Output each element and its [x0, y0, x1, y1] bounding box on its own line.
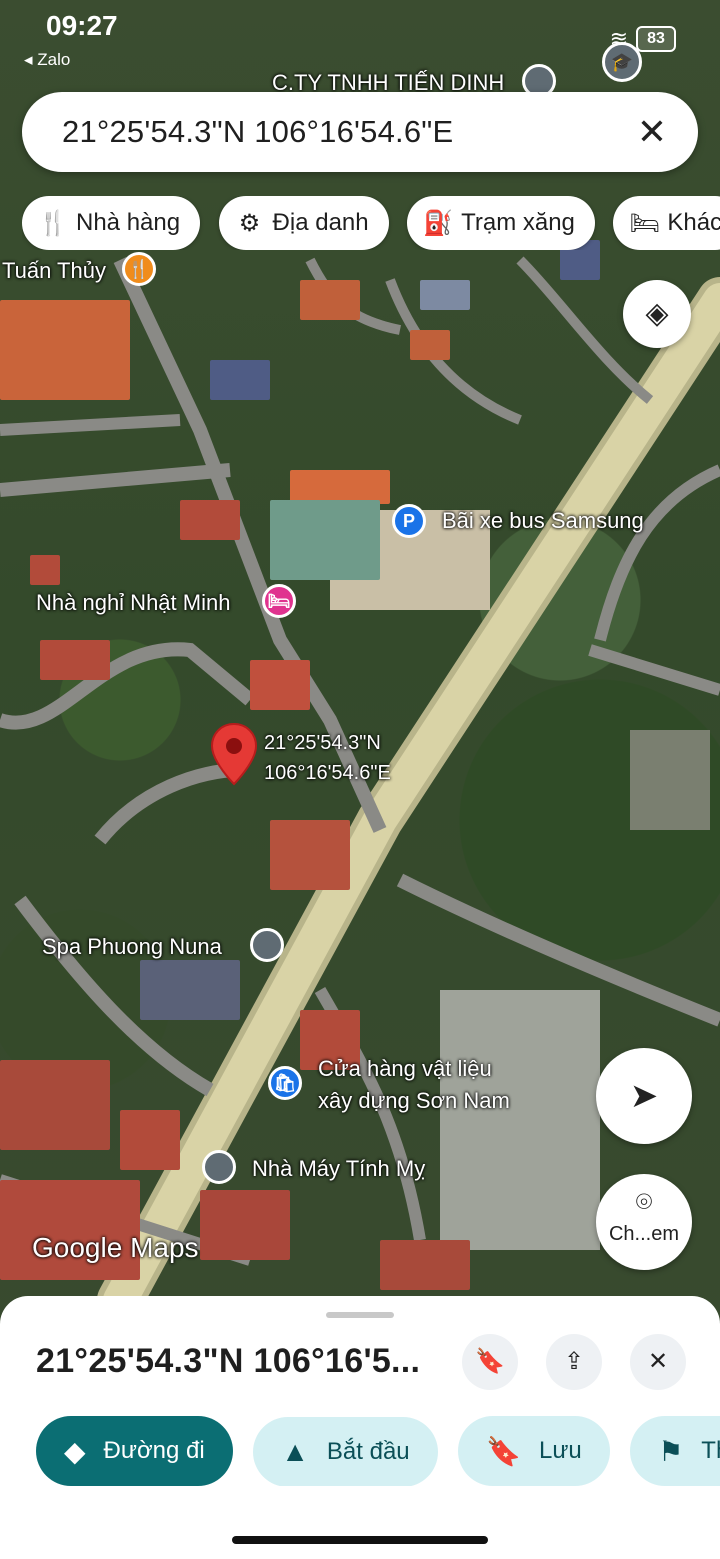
bookmark-outline-icon: 🔖 [486, 1435, 521, 1467]
search-bar[interactable]: 21°25'54.3"N 106°16'54.6"E ✕ [22, 92, 698, 172]
chip-label: Địa danh [272, 209, 369, 236]
location-pin-icon[interactable] [210, 722, 258, 786]
my-location-button[interactable]: ➤ [596, 1048, 692, 1144]
search-input[interactable]: 21°25'54.3"N 106°16'54.6"E [62, 114, 453, 150]
action-label: Th [701, 1437, 720, 1464]
chip-label: Trạm xăng [461, 209, 575, 236]
action-buttons: ◆ Đường đi ▲ Bắt đầu 🔖 Lưu ⚑ Th [36, 1416, 720, 1486]
share-icon[interactable]: ⇪ [546, 1334, 602, 1390]
label-store-line1[interactable]: Cửa hàng vật liệu [318, 1056, 492, 1082]
label-pin-lat: 21°25'54.3"N [264, 732, 381, 754]
street-view-button[interactable]: ⌾ Ch...em [596, 1174, 692, 1270]
battery-indicator: 83 [636, 26, 676, 52]
camera-search-icon: ⌾ [635, 1186, 653, 1217]
place-bottom-sheet[interactable]: 21°25'54.3"N 106°16'5... 🔖 ⇪ ✕ ◆ Đường đi… [0, 1296, 720, 1559]
poi-restaurant-icon[interactable]: 🍴 [122, 252, 156, 286]
poi-hotel-icon[interactable]: 🛏 [262, 584, 296, 618]
chip-restaurants[interactable]: 🍴 Nhà hàng [22, 196, 201, 250]
poi-factory-icon[interactable] [202, 1150, 236, 1184]
label-button[interactable]: ⚑ Th [630, 1416, 720, 1486]
navigation-arrow-icon: ➤ [629, 1077, 659, 1115]
poi-spa-icon[interactable] [250, 928, 284, 962]
layers-button[interactable]: ◈ [623, 280, 691, 348]
chip-landmarks[interactable]: ⚙ Địa danh [218, 196, 389, 250]
flag-icon: ⚑ [658, 1435, 684, 1467]
label-spa[interactable]: Spa Phuong Nuna [42, 934, 222, 960]
save-button[interactable]: 🔖 Lưu [458, 1416, 610, 1486]
label-restaurant[interactable]: Tuấn Thủy [2, 258, 106, 284]
label-bus-parking[interactable]: Bãi xe bus Samsung [442, 508, 644, 534]
directions-icon: ◆ [64, 1435, 86, 1467]
chip-gas-stations[interactable]: ⛽ Trạm xăng [407, 196, 595, 250]
landmark-icon: ⚙ [238, 209, 261, 237]
chip-label: Nhà hàng [76, 209, 181, 236]
layers-icon: ◈ [645, 297, 669, 330]
chip-hotels[interactable]: 🛏 Khác [613, 196, 720, 250]
google-maps-watermark: Google Maps [32, 1232, 199, 1263]
street-view-label: Ch...em [608, 1223, 680, 1245]
poi-school-icon[interactable]: 🎓 [602, 42, 642, 82]
label-guesthouse[interactable]: Nhà nghỉ Nhật Minh [36, 590, 230, 616]
back-to-app-link[interactable]: ◂ Zalo [24, 50, 70, 70]
label-factory[interactable]: Nhà Máy Tính Mỵ [252, 1156, 425, 1182]
poi-parking-icon[interactable]: P [392, 504, 426, 538]
label-pin-lon: 106°16'54.6"E [264, 762, 391, 784]
close-icon[interactable]: ✕ [630, 1334, 686, 1390]
action-label: Đường đi [103, 1437, 205, 1464]
category-chips: 🍴 Nhà hàng ⚙ Địa danh ⛽ Trạm xăng 🛏 Khác [22, 196, 720, 250]
hotel-icon: 🛏 [629, 209, 660, 237]
place-title: 21°25'54.3"N 106°16'5... [36, 1342, 421, 1380]
poi-store-icon[interactable]: 🛍 [268, 1066, 302, 1100]
start-button[interactable]: ▲ Bắt đầu [253, 1416, 438, 1486]
status-time: 09:27 [46, 10, 118, 41]
clear-search-icon[interactable]: ✕ [630, 110, 674, 154]
restaurant-icon: 🍴 [38, 209, 68, 237]
action-label: Lưu [538, 1437, 582, 1464]
bookmark-icon[interactable]: 🔖 [462, 1334, 518, 1390]
directions-button[interactable]: ◆ Đường đi [36, 1416, 233, 1486]
sheet-drag-handle[interactable] [326, 1312, 394, 1318]
gas-station-icon: ⛽ [423, 209, 454, 237]
home-indicator[interactable] [232, 1536, 488, 1544]
navigation-icon: ▲ [281, 1435, 309, 1467]
label-store-line2[interactable]: xây dựng Sơn Nam [318, 1088, 510, 1114]
chip-label: Khác [667, 209, 720, 236]
action-label: Bắt đầu [326, 1437, 410, 1465]
